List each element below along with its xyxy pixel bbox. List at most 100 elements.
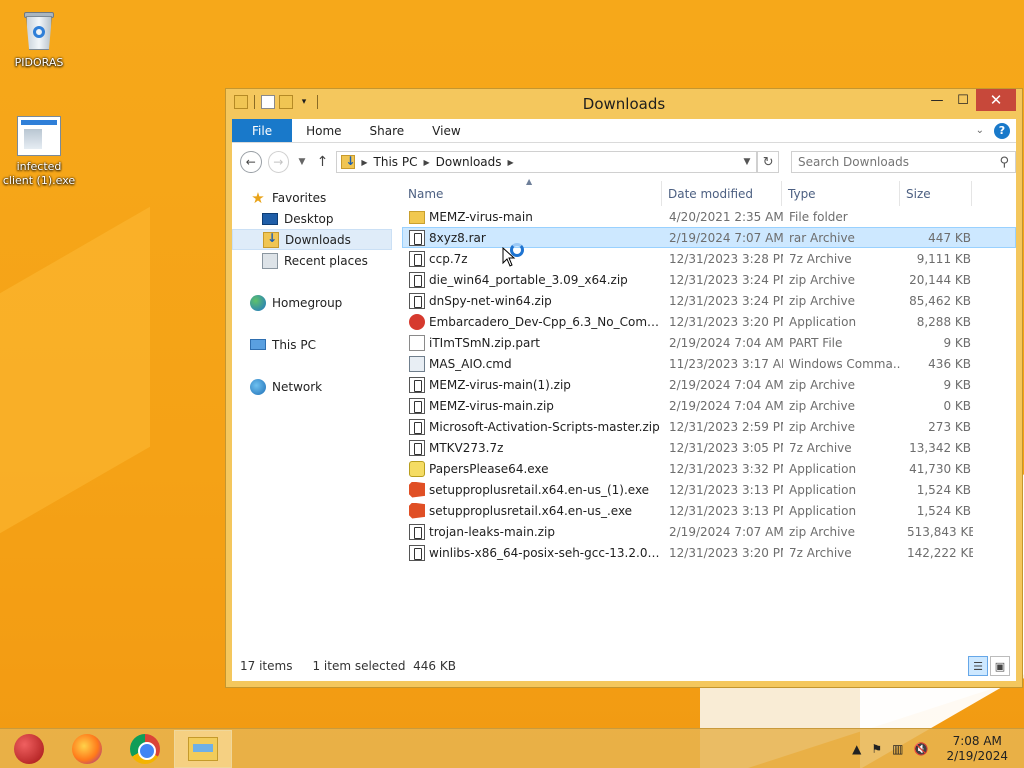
recent-locations-chevron-icon[interactable]: ▼: [295, 157, 309, 167]
file-row[interactable]: MEMZ-virus-main(1).zip 2/19/2024 7:04 AM z…: [402, 374, 1016, 395]
breadcrumb-arrow-icon[interactable]: ▶: [508, 158, 514, 167]
nav-this-pc[interactable]: This PC: [232, 334, 392, 355]
file-name-cell: setupproplusretail.x64.en-us_(1).exe: [403, 481, 663, 498]
archive-file-icon: [409, 271, 425, 288]
show-hidden-icons-icon[interactable]: ▲: [852, 742, 861, 756]
search-input[interactable]: [798, 155, 1000, 169]
file-row[interactable]: Embarcadero_Dev-Cpp_6.3_No_Compiler... 12…: [402, 311, 1016, 332]
tab-view[interactable]: View: [418, 119, 474, 142]
file-size: 41,730 KB: [909, 461, 971, 476]
column-header-type[interactable]: Type: [782, 181, 900, 206]
file-date: 12/31/2023 3:20 PM: [669, 545, 783, 560]
file-name-cell: winlibs-x86_64-posix-seh-gcc-13.2.0-llv.…: [403, 544, 663, 561]
taskbar-file-explorer[interactable]: [174, 729, 232, 768]
breadcrumb-downloads[interactable]: Downloads: [436, 155, 502, 169]
sort-ascending-icon: ▲: [526, 177, 533, 186]
breadcrumb-arrow-icon[interactable]: ▶: [361, 158, 367, 167]
tab-share[interactable]: Share: [356, 119, 419, 142]
file-name: setupproplusretail.x64.en-us_(1).exe: [429, 482, 650, 497]
close-button[interactable]: ✕: [976, 89, 1016, 111]
file-row[interactable]: PapersPlease64.exe 12/31/2023 3:32 PM Appl…: [402, 458, 1016, 479]
column-header-date[interactable]: Date modified: [662, 181, 782, 206]
exe-file-icon: [17, 116, 61, 156]
desktop-icon-recycle-bin[interactable]: PIDORAS: [2, 8, 76, 70]
nav-downloads[interactable]: Downloads: [232, 229, 392, 250]
clock[interactable]: 7:08 AM 2/19/2024: [946, 734, 1008, 764]
taskbar-chrome[interactable]: [116, 730, 174, 768]
nav-favorites[interactable]: ★ Favorites: [232, 187, 392, 208]
file-name-cell: Embarcadero_Dev-Cpp_6.3_No_Compiler...: [403, 313, 663, 330]
large-icons-view-button[interactable]: ▣: [990, 656, 1010, 676]
file-name-cell: Microsoft-Activation-Scripts-master.zip: [403, 418, 663, 435]
forward-button[interactable]: →: [267, 151, 290, 173]
nav-recent-places[interactable]: Recent places: [232, 250, 392, 271]
search-box[interactable]: ⚲: [791, 151, 1016, 173]
chrome-icon: [130, 733, 160, 764]
tab-file[interactable]: File: [232, 119, 293, 142]
desktop-icon-infected-client[interactable]: infected client (1).exe: [2, 116, 76, 188]
file-row[interactable]: Microsoft-Activation-Scripts-master.zip 1…: [402, 416, 1016, 437]
volume-muted-icon[interactable]: 🔇: [914, 742, 929, 756]
file-row[interactable]: MTKV273.7z 12/31/2023 3:05 PM 7z Archive 13…: [402, 437, 1016, 458]
expand-ribbon-icon[interactable]: ⌄: [976, 125, 984, 136]
firefox-icon: [72, 733, 102, 764]
file-name-cell: MAS_AIO.cmd: [403, 355, 663, 372]
refresh-button[interactable]: ↻: [757, 151, 779, 173]
file-row[interactable]: setupproplusretail.x64.en-us_(1).exe 12/3…: [402, 479, 1016, 500]
breadcrumb-this-pc[interactable]: This PC: [374, 155, 418, 169]
start-button[interactable]: [0, 730, 58, 768]
file-row[interactable]: MEMZ-virus-main.zip 2/19/2024 7:04 AM zip …: [402, 395, 1016, 416]
back-button[interactable]: ←: [240, 151, 262, 173]
file-row[interactable]: die_win64_portable_3.09_x64.zip 12/31/202…: [402, 269, 1016, 290]
file-name-cell: MEMZ-virus-main.zip: [403, 397, 663, 414]
content-area: ★ Favorites Desktop Downloads Recent pla…: [232, 177, 1016, 681]
file-type: 7z Archive: [789, 545, 852, 560]
file-row[interactable]: MEMZ-virus-main 4/20/2021 2:35 AM File fol…: [402, 206, 1016, 227]
cmd-file-icon: [409, 355, 425, 372]
tab-home[interactable]: Home: [292, 119, 355, 142]
file-name: die_win64_portable_3.09_x64.zip: [429, 272, 628, 287]
archive-file-icon: [409, 439, 425, 456]
file-date: 2/19/2024 7:04 AM: [669, 398, 783, 413]
taskbar-firefox[interactable]: [58, 730, 116, 768]
up-button[interactable]: ↑: [315, 154, 331, 170]
file-name: winlibs-x86_64-posix-seh-gcc-13.2.0-llv.…: [429, 545, 663, 560]
maximize-button[interactable]: ☐: [950, 89, 976, 111]
file-row[interactable]: winlibs-x86_64-posix-seh-gcc-13.2.0-llv.…: [402, 542, 1016, 563]
archive-file-icon: [409, 292, 425, 309]
file-row[interactable]: setupproplusretail.x64.en-us_.exe 12/31/2…: [402, 500, 1016, 521]
address-bar[interactable]: ▶ This PC ▶ Downloads ▶ ▼: [336, 151, 759, 173]
status-bar: 17 items 1 item selected 446 KB ☰ ▣: [232, 651, 1016, 681]
file-row[interactable]: ccp.7z 12/31/2023 3:28 PM 7z Archive 9,111 …: [402, 248, 1016, 269]
nav-desktop[interactable]: Desktop: [232, 208, 392, 229]
minimize-button[interactable]: —: [924, 89, 950, 111]
address-dropdown-icon[interactable]: ▼: [738, 152, 758, 172]
file-type: 7z Archive: [789, 440, 852, 455]
details-view-button[interactable]: ☰: [968, 656, 988, 676]
office-file-icon: [409, 481, 425, 498]
file-type: zip Archive: [789, 377, 855, 392]
clock-time: 7:08 AM: [952, 733, 1002, 748]
nav-network[interactable]: Network: [232, 376, 392, 397]
file-row[interactable]: trojan-leaks-main.zip 2/19/2024 7:07 AM zi…: [402, 521, 1016, 542]
file-size: 20,144 KB: [909, 272, 971, 287]
breadcrumb-arrow-icon[interactable]: ▶: [423, 158, 429, 167]
file-row[interactable]: dnSpy-net-win64.zip 12/31/2023 3:24 PM zip…: [402, 290, 1016, 311]
title-bar[interactable]: ▾ Downloads — ☐ ✕: [226, 89, 1022, 119]
file-row[interactable]: iTImTSmN.zip.part 2/19/2024 7:04 AM PART F…: [402, 332, 1016, 353]
file-type: Application: [789, 461, 857, 476]
file-size: 0 KB: [943, 398, 971, 413]
help-icon[interactable]: ?: [994, 122, 1010, 139]
file-size: 9 KB: [943, 377, 971, 392]
flag-icon[interactable]: ⚑: [871, 742, 882, 756]
file-date: 12/31/2023 2:59 PM: [669, 419, 783, 434]
search-icon[interactable]: ⚲: [999, 155, 1009, 170]
file-explorer-window: ▾ Downloads — ☐ ✕ File Home Share View ⌄…: [225, 88, 1023, 688]
file-name: MEMZ-virus-main.zip: [429, 398, 554, 413]
file-row[interactable]: 8xyz8.rar 2/19/2024 7:07 AM rar Archive 447…: [402, 227, 1016, 248]
nav-homegroup[interactable]: Homegroup: [232, 292, 392, 313]
network-status-icon[interactable]: ▥: [892, 742, 903, 756]
file-row[interactable]: MAS_AIO.cmd 11/23/2023 3:17 AM Windows Com…: [402, 353, 1016, 374]
file-name-cell: MEMZ-virus-main: [403, 209, 663, 224]
column-header-size[interactable]: Size: [900, 181, 972, 206]
